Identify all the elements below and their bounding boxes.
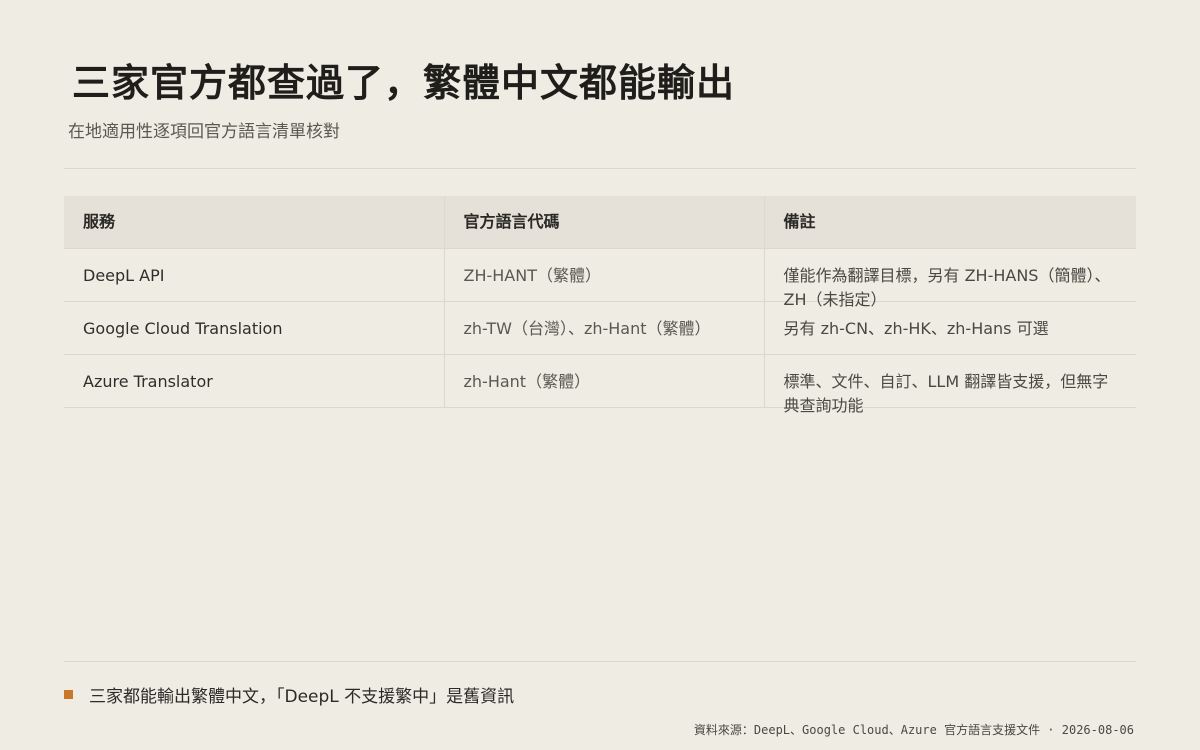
table-row: DeepL API ZH-HANT（繁體） 僅能作為翻譯目標，另有 ZH-HAN…	[64, 248, 1136, 309]
language-support-table: 服務 官方語言代碼 備註 DeepL API ZH-HANT（繁體） 僅能作為翻…	[64, 196, 1136, 415]
service-cell: Azure Translator	[64, 354, 444, 408]
note-text: 另有 zh-CN、zh-HK、zh-Hans 可選	[783, 319, 1049, 338]
footer-divider	[64, 661, 1136, 662]
code-cell: zh-TW（台灣）、zh-Hant（繁體）	[443, 301, 764, 355]
note-cell: 僅能作為翻譯目標，另有 ZH-HANS（簡體）、ZH（未指定）	[763, 248, 1136, 309]
table-row: Google Cloud Translation zh-TW（台灣）、zh-Ha…	[64, 301, 1136, 355]
language-code: ZH-HANT（繁體）	[463, 266, 602, 285]
page-title: 三家官方都查過了，繁體中文都能輸出	[72, 60, 736, 105]
column-header-note: 備註	[763, 196, 1136, 249]
column-header-code: 官方語言代碼	[443, 196, 764, 249]
service-cell: DeepL API	[64, 248, 444, 302]
service-name: DeepL API	[83, 266, 165, 285]
table-header-row: 服務 官方語言代碼 備註	[64, 196, 1136, 249]
service-cell: Google Cloud Translation	[64, 301, 444, 355]
language-code: zh-Hant（繁體）	[463, 372, 591, 391]
note-cell: 標準、文件、自訂、LLM 翻譯皆支援，但無字典查詢功能	[763, 354, 1136, 415]
language-code: zh-TW（台灣）、zh-Hant（繁體）	[463, 319, 711, 338]
takeaway: 三家都能輸出繁體中文，「DeepL 不支援繁中」是舊資訊	[64, 682, 514, 707]
code-cell: ZH-HANT（繁體）	[443, 248, 764, 302]
table-row: Azure Translator zh-Hant（繁體） 標準、文件、自訂、LL…	[64, 354, 1136, 415]
note-text: 標準、文件、自訂、LLM 翻譯皆支援，但無字典查詢功能	[783, 372, 1109, 415]
service-name: Azure Translator	[83, 372, 213, 391]
square-icon	[64, 690, 73, 699]
service-name: Google Cloud Translation	[83, 319, 283, 338]
note-text: 僅能作為翻譯目標，另有 ZH-HANS（簡體）、ZH（未指定）	[783, 266, 1111, 309]
code-cell: zh-Hant（繁體）	[443, 354, 764, 408]
column-header-service: 服務	[64, 196, 444, 249]
page-subtitle: 在地適用性逐項回官方語言清單核對	[68, 122, 340, 142]
header-divider	[64, 168, 1136, 169]
takeaway-text: 三家都能輸出繁體中文，「DeepL 不支援繁中」是舊資訊	[89, 687, 515, 707]
source-note: 資料來源：DeepL、Google Cloud、Azure 官方語言支援文件 ·…	[693, 723, 1134, 737]
